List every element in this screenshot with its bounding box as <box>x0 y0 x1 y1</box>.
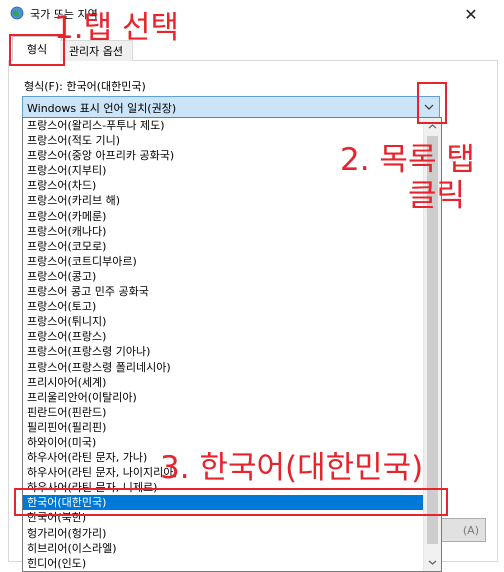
list-item[interactable]: 프랑스어(콩고) <box>23 269 423 284</box>
annotation-box-selection <box>14 488 448 516</box>
combobox-value: Windows 표시 언어 일치(권장) <box>27 102 177 115</box>
format-label: 형식(F): 한국어(대한민국) <box>24 80 146 93</box>
apply-button-label: (A) <box>462 523 479 537</box>
list-item[interactable]: 핀란드어(핀란드) <box>23 405 423 420</box>
list-item[interactable]: 프리시아어(세계) <box>23 375 423 390</box>
list-item[interactable]: 프랑스어(코트디부아르) <box>23 254 423 269</box>
close-icon: ✕ <box>464 4 478 24</box>
format-combobox[interactable]: Windows 표시 언어 일치(권장) <box>22 96 440 118</box>
list-item[interactable]: 프랑스어 콩고 민주 공화국 <box>23 284 423 299</box>
list-item[interactable]: 프랑스어(프랑스) <box>23 329 423 344</box>
list-item[interactable]: 프랑스어(프랑스령 폴리네시아) <box>23 360 423 375</box>
annotation-step1: 1.탭 선택 <box>54 10 179 46</box>
close-button[interactable]: ✕ <box>456 0 486 28</box>
list-item[interactable]: 헝가리어(헝가리) <box>23 526 423 541</box>
list-item[interactable]: 프랑스어(카리브 해) <box>23 193 423 208</box>
annotation-box-arrow <box>417 82 447 124</box>
scroll-down-arrow-icon[interactable] <box>424 554 441 571</box>
list-item[interactable]: 히브리어(이스라엘) <box>23 541 423 556</box>
list-item[interactable]: 프랑스어(토고) <box>23 299 423 314</box>
globe-icon <box>10 6 24 20</box>
list-item[interactable]: 힌디어(인도) <box>23 556 423 571</box>
list-item[interactable]: 프랑스어(캐나다) <box>23 224 423 239</box>
list-item[interactable]: 프랑스어(차드) <box>23 178 423 193</box>
list-item[interactable]: 프랑스어(코모로) <box>23 239 423 254</box>
list-item[interactable]: 프랑스어(카메룬) <box>23 209 423 224</box>
list-item[interactable]: 프랑스어(튀니지) <box>23 314 423 329</box>
list-item[interactable]: 프리울리안어(이탈리아) <box>23 390 423 405</box>
list-item[interactable]: 프랑스어(왈리스-푸투나 제도) <box>23 118 423 133</box>
list-item[interactable]: 프랑스어(프랑스령 기아나) <box>23 344 423 359</box>
annotation-step2-line2: 클릭 <box>408 178 466 214</box>
list-item[interactable]: 필리핀어(필리핀) <box>23 420 423 435</box>
annotation-step3: 3. 한국어(대한민국) <box>160 450 424 486</box>
